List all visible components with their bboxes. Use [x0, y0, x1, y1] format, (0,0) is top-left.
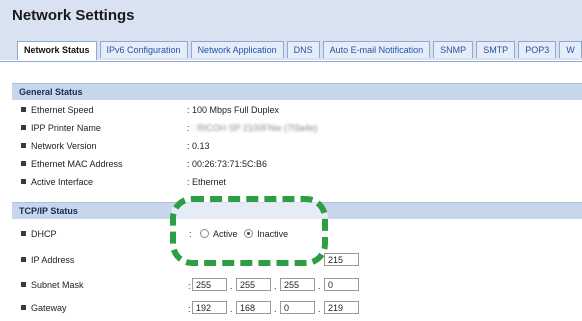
bullet-icon: [21, 125, 26, 131]
tab-snmp[interactable]: SNMP: [433, 41, 474, 58]
tab-pop3[interactable]: POP3: [518, 41, 557, 58]
row-ipp-printer-name: IPP Printer Name : : RICOH SP 2100FNw (7…: [12, 119, 582, 137]
row-dhcp: DHCP : Active Inactive: [12, 225, 582, 243]
dhcp-active-label[interactable]: Active: [213, 229, 238, 239]
general-status-header: General Status: [12, 83, 582, 100]
tab-more[interactable]: W: [559, 41, 582, 58]
gateway-octet-4[interactable]: 219: [324, 301, 359, 314]
tab-auto-email-notification[interactable]: Auto E-mail Notification: [322, 41, 431, 58]
row-value: : 00:26:73:71:5C:B6: [187, 159, 268, 169]
subnet-mask-octet-4[interactable]: 0: [324, 278, 359, 291]
dhcp-active-radio[interactable]: [200, 229, 210, 239]
bullet-icon: [21, 179, 26, 185]
tab-dns[interactable]: DNS: [286, 41, 320, 58]
row-label: IPP Printer Name: [31, 123, 101, 133]
gateway-octet-3[interactable]: 0: [280, 301, 315, 314]
bullet-icon: [21, 161, 26, 167]
ip-address-octet-4[interactable]: 215: [324, 253, 359, 266]
row-value: : Ethernet: [187, 177, 227, 187]
row-value: : 100 Mbps Full Duplex: [187, 105, 280, 115]
row-label: IP Address: [31, 255, 75, 265]
row-network-version: Network Version : 0.13: [12, 137, 582, 155]
row-mac-address: Ethernet MAC Address : 00:26:73:71:5C:B6: [12, 155, 582, 173]
tab-network-status[interactable]: Network Status: [17, 41, 97, 60]
tab-ipv6-configuration[interactable]: IPv6 Configuration: [99, 41, 188, 58]
row-label: Subnet Mask: [31, 280, 84, 290]
row-label: Ethernet Speed: [31, 105, 94, 115]
row-label: Ethernet MAC Address: [31, 159, 123, 169]
page-title: Network Settings: [12, 7, 135, 24]
row-label: DHCP: [31, 229, 57, 239]
gateway-octet-2[interactable]: 168: [236, 301, 271, 314]
printer-name-value: : RICOH SP 2100FNw (7f3a4e): [192, 123, 318, 133]
bullet-icon: [21, 305, 26, 311]
row-ip-address: IP Address 215: [12, 251, 582, 269]
row-label: Active Interface: [31, 177, 94, 187]
gateway-octet-1[interactable]: 192: [192, 301, 227, 314]
subnet-mask-octet-3[interactable]: 255: [280, 278, 315, 291]
bullet-icon: [21, 257, 26, 263]
tab-smtp[interactable]: SMTP: [476, 41, 516, 58]
row-ethernet-speed: Ethernet Speed : 100 Mbps Full Duplex: [12, 101, 582, 119]
dhcp-inactive-label[interactable]: Inactive: [257, 229, 288, 239]
bullet-icon: [21, 143, 26, 149]
row-gateway: Gateway : 192 . 168 . 0 . 219: [12, 299, 582, 317]
row-label: Network Version: [31, 141, 97, 151]
bullet-icon: [21, 282, 26, 288]
subnet-mask-octet-2[interactable]: 255: [236, 278, 271, 291]
dhcp-inactive-radio[interactable]: [244, 229, 254, 239]
tab-network-application[interactable]: Network Application: [190, 41, 284, 58]
row-active-interface: Active Interface : Ethernet: [12, 173, 582, 191]
header: Network Settings Network Status IPv6 Con…: [0, 0, 582, 60]
tab-bar: Network Status IPv6 Configuration Networ…: [17, 41, 582, 61]
subnet-mask-octet-1[interactable]: 255: [192, 278, 227, 291]
row-value: : 0.13: [187, 141, 210, 151]
row-label: Gateway: [31, 303, 67, 313]
bullet-icon: [21, 231, 26, 237]
row-subnet-mask: Subnet Mask : 255 . 255 . 255 . 0: [12, 276, 582, 294]
bullet-icon: [21, 107, 26, 113]
